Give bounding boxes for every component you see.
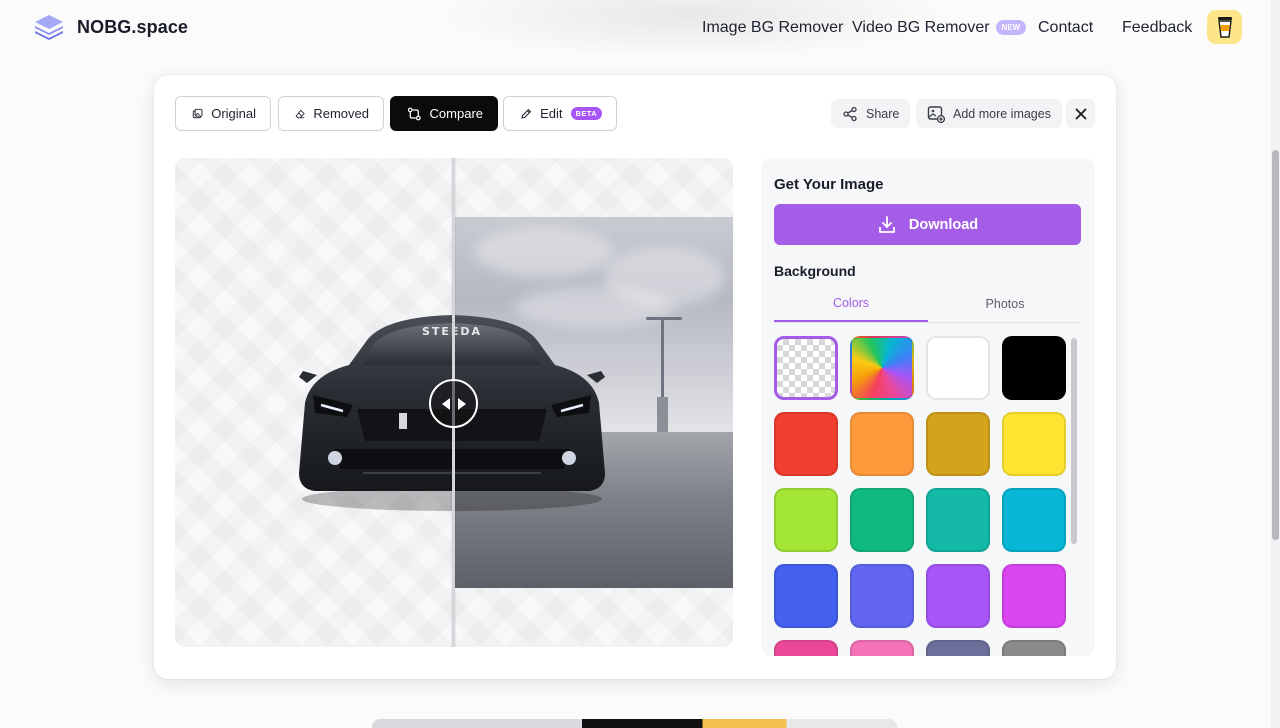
swatch-purple[interactable] <box>926 564 990 628</box>
next-section-preview <box>372 719 897 728</box>
editor-card: Original Removed Compare Edit BETA Share… <box>154 75 1116 679</box>
close-icon <box>1075 108 1086 119</box>
layers-logo-icon <box>35 15 63 40</box>
swatch-black[interactable] <box>1002 336 1066 400</box>
close-button[interactable] <box>1066 99 1095 128</box>
nav-image-bg-remover[interactable]: Image BG Remover <box>702 19 843 37</box>
swatch-gray[interactable] <box>1002 640 1066 656</box>
left-right-arrows-icon <box>441 397 466 410</box>
tab-edit-label: Edit <box>540 106 563 121</box>
tab-compare[interactable]: Compare <box>390 96 498 131</box>
swatch-pink[interactable] <box>774 640 838 656</box>
add-more-images-button[interactable]: Add more images <box>916 99 1062 128</box>
swatch-lime[interactable] <box>774 488 838 552</box>
beta-badge: BETA <box>570 107 602 120</box>
compare-slider-handle[interactable] <box>429 379 478 428</box>
share-icon <box>843 106 857 121</box>
swatch-scrollbar[interactable] <box>1071 338 1077 544</box>
eraser-icon <box>295 109 305 118</box>
tab-compare-label: Compare <box>429 106 483 121</box>
add-image-icon <box>927 105 945 123</box>
tab-removed[interactable]: Removed <box>278 96 384 131</box>
swatch-white[interactable] <box>926 336 990 400</box>
swatch-goldenrod[interactable] <box>926 412 990 476</box>
download-label: Download <box>908 216 979 233</box>
compare-icon <box>407 107 421 120</box>
image-icon <box>192 108 203 118</box>
brand-logo[interactable]: NOBG.space <box>33 13 188 41</box>
background-title: Background <box>774 263 856 279</box>
panel-title: Get Your Image <box>774 176 884 193</box>
swatch-green[interactable] <box>850 488 914 552</box>
tab-original[interactable]: Original <box>175 96 271 131</box>
swatch-cyan[interactable] <box>1002 488 1066 552</box>
share-label: Share <box>866 106 900 121</box>
nav-contact[interactable]: Contact <box>1038 19 1093 37</box>
subtab-photos[interactable]: Photos <box>928 286 1082 322</box>
subtab-divider <box>774 322 1081 323</box>
swatch-teal[interactable] <box>926 488 990 552</box>
nav-feedback[interactable]: Feedback <box>1122 19 1192 37</box>
tab-edit[interactable]: Edit BETA <box>503 96 617 131</box>
compare-preview[interactable]: STEEDA <box>175 158 733 647</box>
subtab-colors[interactable]: Colors <box>774 286 928 322</box>
site-header: NOBG.space Image BG Remover Video BG Rem… <box>0 0 1280 60</box>
nav-video-label: Video BG Remover <box>852 19 990 36</box>
share-button[interactable]: Share <box>831 99 911 128</box>
swatch-slate[interactable] <box>926 640 990 656</box>
brand-name: NOBG.space <box>77 16 189 37</box>
swatch-orange[interactable] <box>850 412 914 476</box>
nav-video-bg-remover[interactable]: Video BG Remover NEW <box>852 19 1027 37</box>
download-icon <box>878 215 895 233</box>
swatch-indigo[interactable] <box>850 564 914 628</box>
page-scrollbar[interactable] <box>1271 0 1280 728</box>
download-panel: Get Your Image Download Background Color… <box>761 158 1095 656</box>
add-more-images-label: Add more images <box>953 106 1051 121</box>
swatch-rose[interactable] <box>850 640 914 656</box>
swatch-yellow[interactable] <box>1002 412 1066 476</box>
swatch-red[interactable] <box>774 412 838 476</box>
swatch-transparent[interactable] <box>774 336 838 400</box>
download-button[interactable]: Download <box>774 204 1081 245</box>
swatch-gradient[interactable] <box>850 336 914 400</box>
tab-original-label: Original <box>211 106 256 121</box>
color-swatch-grid <box>774 336 1069 656</box>
swatch-magenta[interactable] <box>1002 564 1066 628</box>
swatch-blue[interactable] <box>774 564 838 628</box>
coffee-cup-icon <box>1217 17 1232 38</box>
tab-removed-label: Removed <box>313 106 369 121</box>
new-badge: NEW <box>995 20 1027 35</box>
pencil-icon <box>521 108 531 119</box>
page-scrollbar-thumb[interactable] <box>1272 150 1279 540</box>
buy-me-coffee-button[interactable] <box>1207 10 1242 44</box>
